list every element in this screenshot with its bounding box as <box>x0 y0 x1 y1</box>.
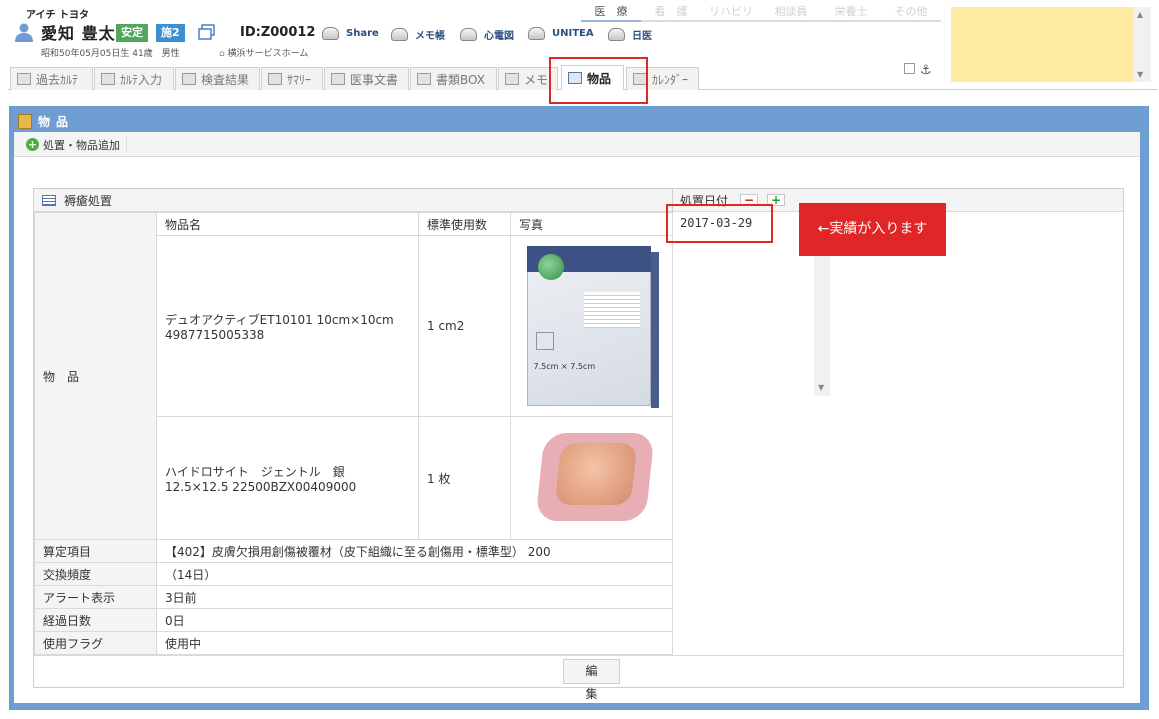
new-window-icon[interactable] <box>198 24 215 40</box>
category-tab-rehab[interactable]: リハビリ <box>701 4 761 20</box>
detail-row: 交換頻度 （14日） <box>34 562 673 586</box>
scroll-down-icon[interactable]: ▼ <box>818 383 824 392</box>
footer-divider <box>34 655 1123 656</box>
annotation-label: ←実績が入ります <box>799 203 946 256</box>
item-qty: 1 枚 <box>418 416 511 540</box>
patient-kana: アイチ トヨタ <box>26 10 89 21</box>
item-name: デュオアクティブET10101 10cm×10cm 4987715005338 <box>156 235 419 417</box>
anchor-icon[interactable]: ⚓ <box>920 63 932 78</box>
scroll-down-icon[interactable]: ▼ <box>1137 70 1143 79</box>
pencil-icon <box>101 73 115 85</box>
category-tab-other[interactable]: その他 <box>881 4 941 20</box>
box-icon <box>417 73 431 85</box>
goods-table: 物 品 物品名 標準使用数 写真 デュオアクティブET10101 10cm×10… <box>34 212 673 655</box>
detail-row: 使用フラグ 使用中 <box>34 631 673 655</box>
status-badge: 安定 <box>116 24 148 42</box>
ecg-link[interactable]: 心電図 <box>460 27 514 42</box>
unitea-icon <box>528 27 545 40</box>
clipboard-icon <box>18 113 32 129</box>
section-header: 褥瘡処置 <box>34 189 672 212</box>
ward-badge: 施2 <box>156 24 185 42</box>
category-tab-medical[interactable]: 医 療 <box>581 4 641 22</box>
tab-document-box[interactable]: 書類BOX <box>410 67 497 90</box>
birth-info: 昭和50年05月05日生 41歳 男性 <box>41 49 180 59</box>
tab-test-results[interactable]: 検査結果 <box>175 67 260 90</box>
category-tab-counselor[interactable]: 相談員 <box>761 4 821 20</box>
sticky-note[interactable] <box>951 7 1151 82</box>
ecg-icon <box>460 28 477 41</box>
item-photo <box>510 416 673 540</box>
category-tab-nursing[interactable]: 看 護 <box>641 4 701 20</box>
panel-toolbar <box>14 132 1140 157</box>
building-icon: ⌂ <box>219 49 225 59</box>
detail-row: 経過日数 0日 <box>34 608 673 632</box>
detail-label: 交換頻度 <box>34 562 157 586</box>
elapsed-days-value: 0日 <box>156 608 673 632</box>
detail-label: 経過日数 <box>34 608 157 632</box>
tab-past-records[interactable]: 過去ｶﾙﾃ <box>10 67 93 90</box>
product-box-photo: 7.5cm × 7.5cm <box>524 242 660 410</box>
pdf-icon <box>331 73 345 85</box>
share-icon <box>322 27 339 40</box>
category-tab-dietitian[interactable]: 栄養士 <box>821 4 881 20</box>
share-link[interactable]: Share <box>322 27 379 40</box>
person-icon <box>15 23 33 42</box>
nichii-link[interactable]: 日医 <box>608 27 652 42</box>
detail-value: 3日前 <box>156 585 673 609</box>
column-header: 標準使用数 <box>418 212 511 236</box>
nichii-icon <box>608 28 625 41</box>
dressing-photo <box>526 423 658 533</box>
note-scrollbar[interactable]: ▲ ▼ <box>1133 7 1151 82</box>
add-treatment-button[interactable]: + 処置・物品追加 <box>26 136 127 153</box>
item-qty: 1 cm2 <box>418 235 511 417</box>
memo-icon <box>505 73 519 85</box>
past-records-icon <box>17 73 31 85</box>
table-header-row: 物 品 物品名 標準使用数 写真 <box>34 212 673 540</box>
unitea-link[interactable]: UNITEA <box>528 27 594 40</box>
edit-button[interactable]: 編 集 <box>563 659 620 701</box>
memo-pad-icon <box>391 28 408 41</box>
patient-name: 愛知 豊太 <box>41 24 116 43</box>
facility: ⌂ 横浜サービスホーム <box>219 49 309 59</box>
item-photo: 7.5cm × 7.5cm <box>510 235 673 417</box>
patient-id: ID:Z00012 <box>240 25 316 40</box>
date-scrollbar[interactable]: ▼ <box>814 256 830 396</box>
date-highlight <box>666 204 773 243</box>
list-icon <box>42 194 56 206</box>
memo-pad-link[interactable]: メモ帳 <box>391 27 445 42</box>
detail-label: アラート表示 <box>34 585 157 609</box>
goods-row-label: 物 品 <box>34 212 157 540</box>
bar-chart-icon <box>182 73 196 85</box>
tab-chart-input[interactable]: ｶﾙﾃ入力 <box>94 67 174 90</box>
detail-label: 使用フラグ <box>34 631 157 655</box>
detail-row: 算定項目 【402】皮膚欠損用創傷被覆材（皮下組織に至る創傷用・標準型） 200 <box>34 539 673 563</box>
tab-summary[interactable]: ｻﾏﾘｰ <box>261 67 323 90</box>
detail-row: アラート表示 3日前 <box>34 585 673 609</box>
goods-tab-highlight <box>549 57 648 104</box>
category-tabs: 医 療 看 護 リハビリ 相談員 栄養士 その他 <box>581 4 941 22</box>
detail-value: （14日） <box>156 562 673 586</box>
panel-title: 物品 <box>18 112 74 130</box>
tab-medical-documents[interactable]: 医事文書 <box>324 67 409 90</box>
plus-circle-icon: + <box>26 138 39 151</box>
detail-value: 使用中 <box>156 631 673 655</box>
option-checkbox[interactable] <box>904 63 915 74</box>
item-name: ハイドロサイト ジェントル 銀 12.5×12.5 22500BZX0040900… <box>156 416 419 540</box>
column-header: 写真 <box>510 212 673 236</box>
summary-icon <box>268 73 282 85</box>
column-header: 物品名 <box>156 212 419 236</box>
detail-label: 算定項目 <box>34 539 157 563</box>
scroll-up-icon[interactable]: ▲ <box>1137 10 1143 19</box>
detail-value: 【402】皮膚欠損用創傷被覆材（皮下組織に至る創傷用・標準型） 200 <box>156 539 673 563</box>
